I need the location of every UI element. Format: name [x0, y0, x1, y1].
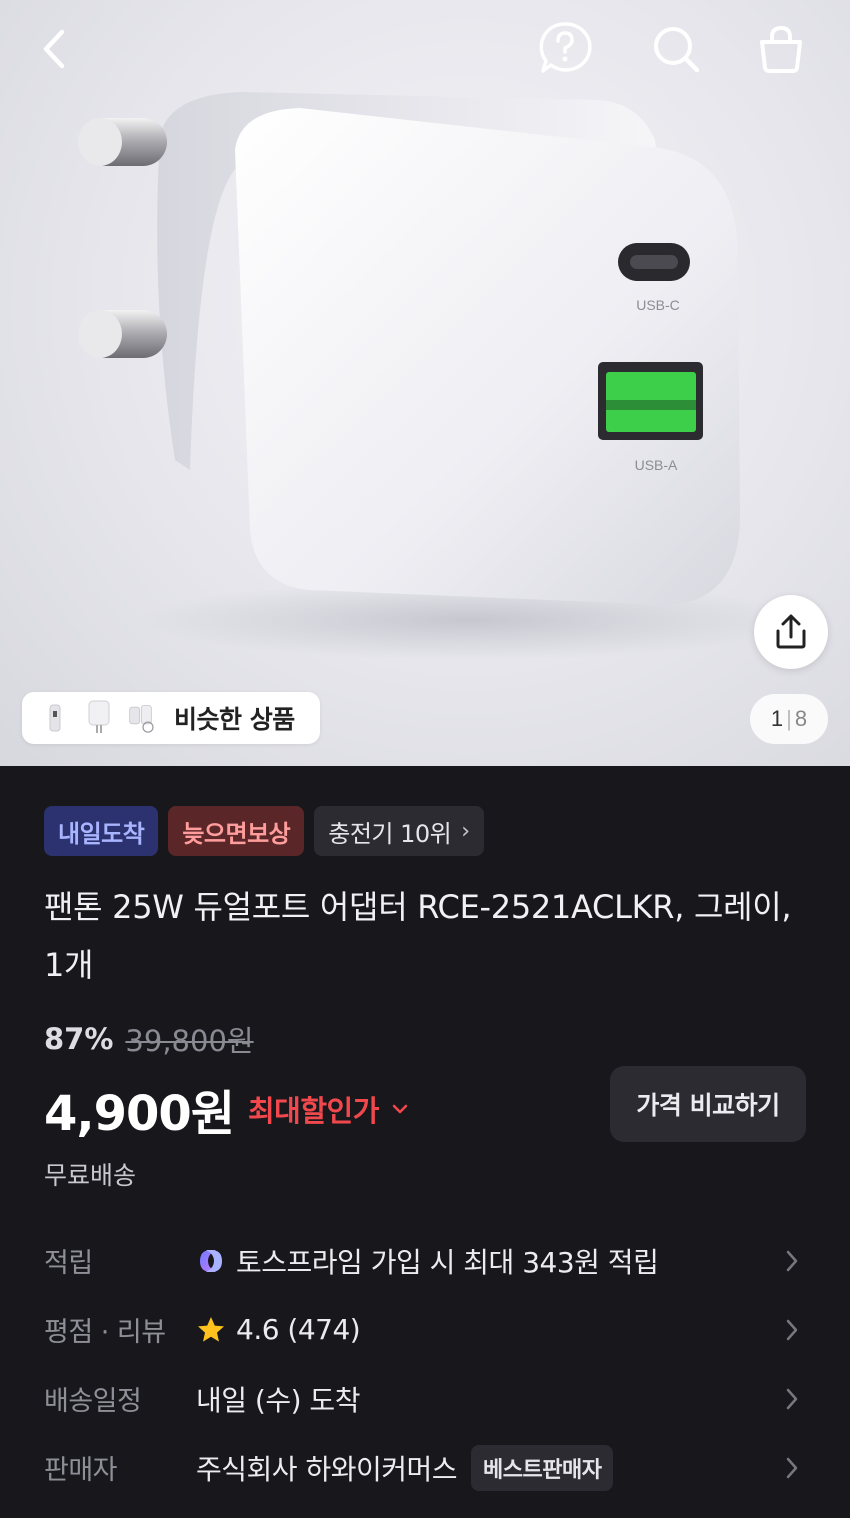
- tag-list: 내일도착 늦으면보상 충전기 10위 ›: [44, 806, 484, 856]
- points-label: 적립: [44, 1248, 93, 1279]
- delivery-row[interactable]: 배송일정 내일 (수) 도착: [0, 1364, 850, 1433]
- chevron-right-icon: [786, 1457, 798, 1478]
- points-value: 토스프라임 가입 시 최대 343원 적립: [236, 1245, 659, 1279]
- points-row[interactable]: 적립 토스프라임 가입 시 최대 343원 적립: [0, 1226, 850, 1295]
- total-pages: 8: [794, 706, 808, 731]
- ranking-label: 충전기 10위: [328, 819, 452, 848]
- seller-label: 판매자: [44, 1455, 118, 1486]
- back-button[interactable]: [28, 22, 82, 76]
- rating-value-wrap: 4.6 (474): [196, 1313, 361, 1346]
- seller-row[interactable]: 판매자 주식회사 하와이커머스 베스트판매자: [0, 1433, 850, 1502]
- star-icon: [196, 1315, 226, 1345]
- compare-price-button[interactable]: 가격 비교하기: [610, 1066, 806, 1142]
- search-button[interactable]: [649, 22, 703, 76]
- product-image: USB-C USB-A: [78, 92, 800, 660]
- max-discount-toggle[interactable]: 최대할인가: [248, 1088, 409, 1130]
- search-icon: [654, 27, 700, 73]
- similar-thumb-1: [40, 698, 70, 738]
- product-info-section: 내일도착 늦으면보상 충전기 10위 › 팬톤 25W 듀얼포트 어댑터 RCE…: [0, 766, 850, 1518]
- detail-rows: 적립 토스프라임 가입 시 최대 343원 적립 평점 · 리뷰 4.6 (47…: [0, 1226, 850, 1502]
- seller-name: 주식회사 하와이커머스: [196, 1452, 458, 1486]
- chevron-right-icon: [786, 1250, 798, 1271]
- original-price: 39,800원: [125, 1024, 254, 1058]
- rating-row[interactable]: 평점 · 리뷰 4.6 (474): [0, 1295, 850, 1364]
- cart-button[interactable]: [754, 22, 808, 76]
- discount-row: 87% 39,800원: [44, 1018, 254, 1060]
- rating-label: 평점 · 리뷰: [44, 1317, 166, 1348]
- chevron-down-icon: [392, 1104, 408, 1114]
- chevron-left-icon: [43, 29, 65, 69]
- shopping-bag-icon: [760, 25, 802, 73]
- chevron-right-icon: ›: [461, 818, 470, 844]
- similar-thumb-2: [84, 698, 114, 738]
- tag-tomorrow-delivery: 내일도착: [44, 806, 159, 856]
- tag-ranking[interactable]: 충전기 10위 ›: [314, 806, 484, 856]
- image-page-indicator: 1 | 8: [750, 694, 828, 744]
- similar-products-label: 비슷한 상품: [174, 705, 295, 734]
- product-title: 팬톤 25W 듀얼포트 어댑터 RCE-2521ACLKR, 그레이, 1개: [44, 888, 792, 984]
- share-button[interactable]: [754, 595, 828, 669]
- product-image-gallery[interactable]: USB-C USB-A 비슷한 상품 1 | 8: [0, 0, 850, 766]
- current-page: 1: [770, 706, 784, 731]
- tag-late-compensation: 늦으면보상: [168, 806, 305, 856]
- similar-thumb-3: [128, 698, 158, 738]
- discount-rate: 87%: [44, 1022, 114, 1056]
- help-button[interactable]: [537, 20, 593, 76]
- chevron-right-icon: [786, 1388, 798, 1409]
- seller-value-wrap: 주식회사 하와이커머스 베스트판매자: [196, 1444, 614, 1491]
- page-separator: |: [786, 706, 792, 731]
- best-seller-badge: 베스트판매자: [471, 1444, 614, 1491]
- usb-a-label: USB-A: [635, 457, 678, 473]
- question-bubble-icon: [539, 22, 592, 73]
- max-discount-label: 최대할인가: [248, 1094, 379, 1128]
- sale-price: 4,900원: [44, 1086, 235, 1142]
- delivery-label: 배송일정: [44, 1386, 142, 1417]
- shipping-info: 무료배송: [44, 1161, 137, 1190]
- points-value-wrap: 토스프라임 가입 시 최대 343원 적립: [196, 1241, 659, 1281]
- share-icon: [776, 614, 806, 649]
- price-row: 4,900원 최대할인가: [44, 1074, 409, 1144]
- rating-value: 4.6 (474): [236, 1313, 361, 1346]
- similar-products-button[interactable]: 비슷한 상품: [22, 692, 320, 744]
- delivery-value: 내일 (수) 도착: [196, 1383, 360, 1417]
- usb-c-label: USB-C: [636, 297, 680, 313]
- chevron-right-icon: [786, 1319, 798, 1340]
- toss-prime-icon: [196, 1246, 226, 1276]
